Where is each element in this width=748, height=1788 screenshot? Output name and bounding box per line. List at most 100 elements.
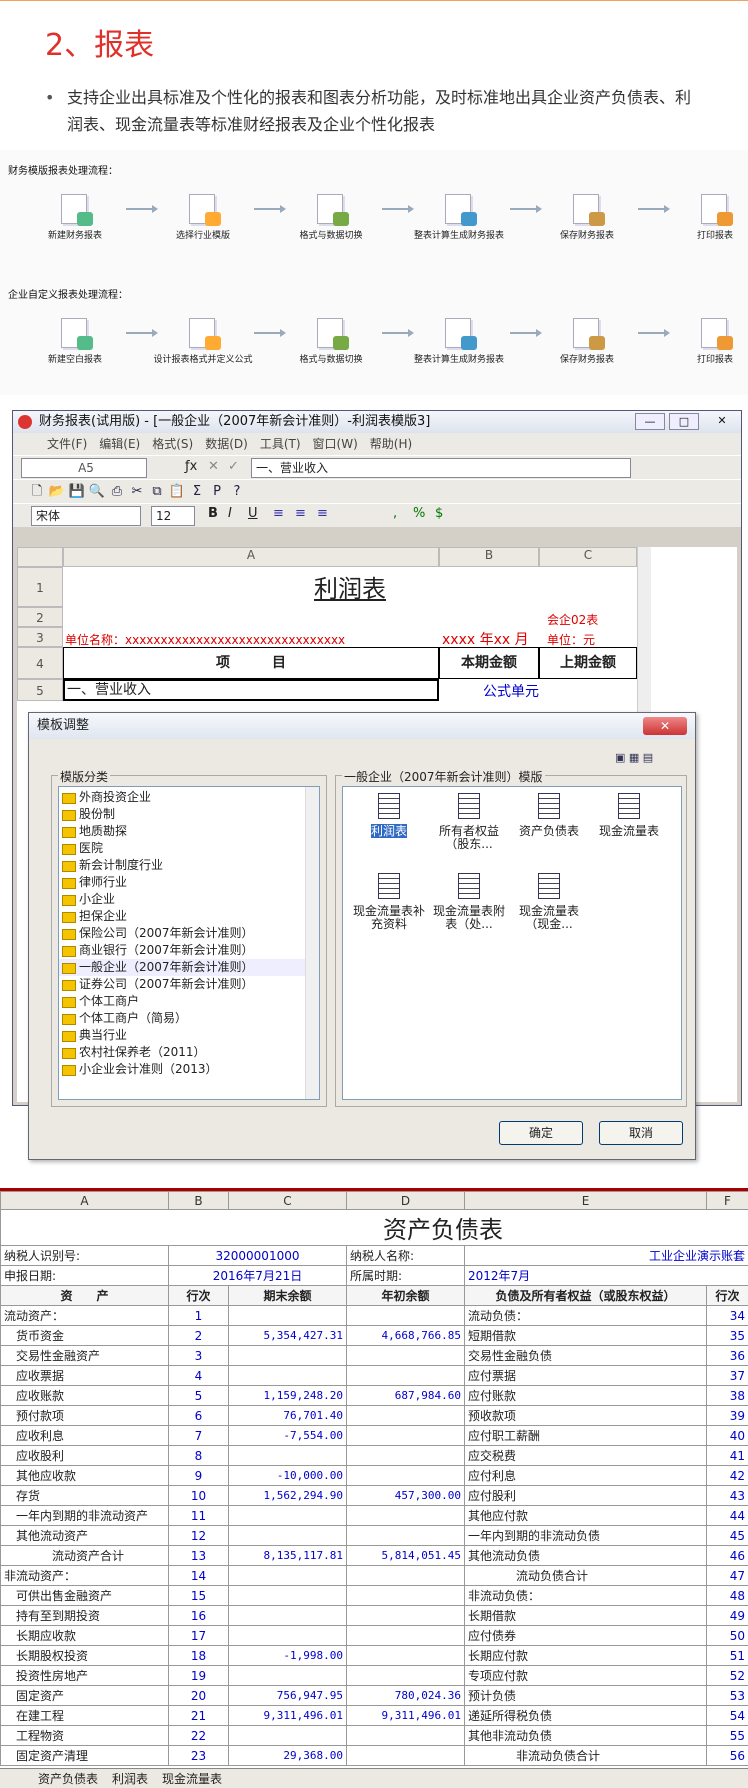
cancel-icon[interactable]: ✕ bbox=[208, 459, 219, 474]
menu-item[interactable]: 窗口(W) bbox=[313, 437, 358, 451]
table-cell[interactable] bbox=[228, 1605, 347, 1626]
table-cell[interactable]: 应交税费 bbox=[464, 1445, 707, 1466]
table-cell[interactable] bbox=[346, 1305, 465, 1326]
table-cell[interactable] bbox=[228, 1565, 347, 1586]
table-cell[interactable]: 投资性房地产 bbox=[0, 1665, 169, 1686]
template-item[interactable]: 现金流量表补充资料 bbox=[349, 873, 429, 931]
table-cell[interactable]: 流动负债： bbox=[464, 1305, 707, 1326]
table-cell[interactable]: 7 bbox=[168, 1425, 229, 1446]
table-cell[interactable] bbox=[228, 1725, 347, 1746]
row-header[interactable]: 1 bbox=[17, 567, 63, 607]
table-cell[interactable] bbox=[346, 1565, 465, 1586]
table-cell[interactable]: 76,701.40 bbox=[228, 1405, 347, 1426]
table-cell[interactable]: 22 bbox=[168, 1725, 229, 1746]
table-cell[interactable]: 23 bbox=[168, 1745, 229, 1766]
category-item[interactable]: 典当行业 bbox=[59, 1027, 319, 1044]
font-select[interactable]: 宋体 bbox=[31, 506, 141, 526]
col-header-b[interactable]: B bbox=[439, 547, 539, 567]
category-item[interactable]: 保险公司（2007年新会计准则） bbox=[59, 925, 319, 942]
column-header[interactable]: A bbox=[0, 1191, 169, 1210]
table-cell[interactable]: 687,984.60 bbox=[346, 1385, 465, 1406]
align-left-icon[interactable]: ≡ bbox=[273, 506, 284, 521]
column-header[interactable]: C bbox=[228, 1191, 347, 1210]
table-cell[interactable]: 应付票据 bbox=[464, 1365, 707, 1386]
table-cell[interactable]: 货币资金 bbox=[0, 1325, 169, 1346]
table-cell[interactable]: 457,300.00 bbox=[346, 1485, 465, 1506]
table-cell[interactable] bbox=[346, 1605, 465, 1626]
table-cell[interactable]: 43 bbox=[706, 1485, 748, 1506]
table-cell[interactable]: 应收利息 bbox=[0, 1425, 169, 1446]
table-cell[interactable]: 37 bbox=[706, 1365, 748, 1386]
table-cell[interactable]: 11 bbox=[168, 1505, 229, 1526]
category-item[interactable]: 小企业会计准则（2013） bbox=[59, 1061, 319, 1078]
table-cell[interactable] bbox=[346, 1445, 465, 1466]
table-cell[interactable]: 长期应收款 bbox=[0, 1625, 169, 1646]
template-item[interactable]: 现金流量表 bbox=[589, 793, 669, 838]
table-cell[interactable]: 应收股利 bbox=[0, 1445, 169, 1466]
table-cell[interactable]: 1 bbox=[168, 1305, 229, 1326]
menu-item[interactable]: 数据(D) bbox=[205, 437, 248, 451]
table-cell[interactable] bbox=[346, 1525, 465, 1546]
table-cell[interactable]: 4 bbox=[168, 1365, 229, 1386]
table-cell[interactable]: 15 bbox=[168, 1585, 229, 1606]
table-cell[interactable]: 长期股权投资 bbox=[0, 1645, 169, 1666]
row-header[interactable]: 2 bbox=[17, 607, 63, 627]
open-icon[interactable]: 📂 bbox=[47, 482, 67, 502]
table-cell[interactable]: 工程物资 bbox=[0, 1725, 169, 1746]
table-cell[interactable]: 可供出售金融资产 bbox=[0, 1585, 169, 1606]
menu-item[interactable]: 编辑(E) bbox=[99, 437, 140, 451]
table-cell[interactable]: 54 bbox=[706, 1705, 748, 1726]
table-cell[interactable]: 应付利息 bbox=[464, 1465, 707, 1486]
table-cell[interactable]: 21 bbox=[168, 1705, 229, 1726]
cell-reference[interactable]: A5 bbox=[21, 458, 147, 478]
table-cell[interactable] bbox=[228, 1445, 347, 1466]
column-header[interactable]: D bbox=[346, 1191, 465, 1210]
menu-item[interactable]: 工具(T) bbox=[260, 437, 301, 451]
table-cell[interactable]: 2 bbox=[168, 1325, 229, 1346]
table-cell[interactable]: 52 bbox=[706, 1665, 748, 1686]
template-item[interactable]: 所有者权益（股东... bbox=[429, 793, 509, 851]
table-cell[interactable]: 51 bbox=[706, 1645, 748, 1666]
table-cell[interactable]: 非流动负债合计 bbox=[464, 1745, 707, 1766]
formula-cell[interactable]: 公式单元 bbox=[439, 681, 539, 701]
table-cell[interactable] bbox=[228, 1345, 347, 1366]
table-cell[interactable]: 756,947.95 bbox=[228, 1685, 347, 1706]
table-cell[interactable] bbox=[228, 1665, 347, 1686]
category-item[interactable]: 证券公司（2007年新会计准则） bbox=[59, 976, 319, 993]
table-cell[interactable]: 在建工程 bbox=[0, 1705, 169, 1726]
table-cell[interactable]: 预付款项 bbox=[0, 1405, 169, 1426]
print-icon[interactable]: ⎙ bbox=[107, 482, 127, 502]
table-cell[interactable]: 递延所得税负债 bbox=[464, 1705, 707, 1726]
currency-icon[interactable]: $ bbox=[435, 506, 443, 521]
table-cell[interactable]: 应收票据 bbox=[0, 1365, 169, 1386]
table-cell[interactable]: 9,311,496.01 bbox=[346, 1705, 465, 1726]
table-cell[interactable]: 3 bbox=[168, 1345, 229, 1366]
table-cell[interactable]: 8 bbox=[168, 1445, 229, 1466]
table-cell[interactable]: 非流动资产： bbox=[0, 1565, 169, 1586]
new-icon[interactable]: 🗋 bbox=[27, 482, 47, 502]
table-cell[interactable]: 1,562,294.90 bbox=[228, 1485, 347, 1506]
table-cell[interactable]: 18 bbox=[168, 1645, 229, 1666]
category-tree[interactable]: 外商投资企业 股份制 地质勘探 医院 新会计制度行业 律师行业 小企业 担保企业 保险公司（20… bbox=[58, 786, 320, 1100]
table-cell[interactable] bbox=[346, 1405, 465, 1426]
table-cell[interactable]: 16 bbox=[168, 1605, 229, 1626]
table-cell[interactable]: 4,668,766.85 bbox=[346, 1325, 465, 1346]
table-cell[interactable]: 1,159,248.20 bbox=[228, 1385, 347, 1406]
table-cell[interactable]: 48 bbox=[706, 1585, 748, 1606]
table-cell[interactable]: 55 bbox=[706, 1725, 748, 1746]
sum-icon[interactable]: Σ bbox=[187, 482, 207, 502]
row-header[interactable]: 4 bbox=[17, 647, 63, 679]
table-cell[interactable] bbox=[228, 1585, 347, 1606]
category-item[interactable]: 律师行业 bbox=[59, 874, 319, 891]
table-cell[interactable] bbox=[346, 1365, 465, 1386]
table-cell[interactable]: 交易性金融负债 bbox=[464, 1345, 707, 1366]
table-cell[interactable]: 长期应付款 bbox=[464, 1645, 707, 1666]
table-cell[interactable] bbox=[346, 1725, 465, 1746]
table-cell[interactable]: 预计负债 bbox=[464, 1685, 707, 1706]
maximize-button[interactable]: □ bbox=[669, 413, 699, 430]
bold-icon[interactable]: B bbox=[208, 506, 218, 521]
table-cell[interactable]: 其他流动负债 bbox=[464, 1545, 707, 1566]
size-select[interactable]: 12 bbox=[151, 506, 195, 526]
table-cell[interactable]: 固定资产 bbox=[0, 1685, 169, 1706]
table-cell[interactable]: 19 bbox=[168, 1665, 229, 1686]
